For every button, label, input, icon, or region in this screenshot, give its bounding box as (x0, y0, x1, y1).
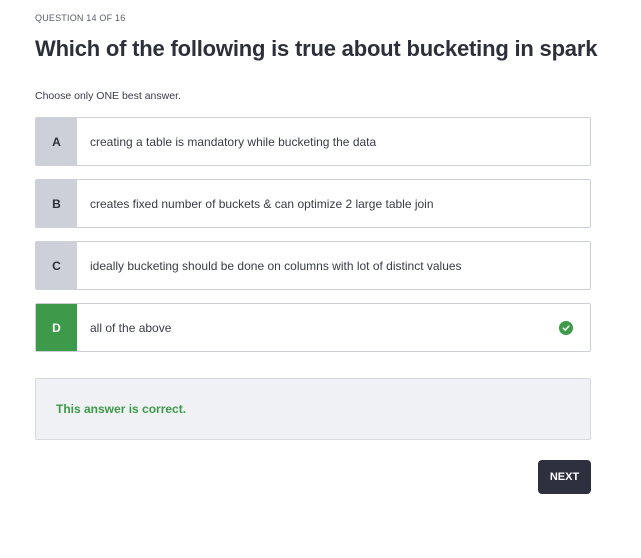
answer-instruction: Choose only ONE best answer. (35, 90, 181, 102)
question-title: Which of the following is true about buc… (35, 36, 598, 61)
option-text: ideally bucketing should be done on colu… (90, 258, 462, 273)
option-letter: A (36, 118, 77, 165)
option-letter: C (36, 242, 77, 289)
quiz-page: QUESTION 14 OF 16 Which of the following… (0, 0, 641, 558)
check-circle-icon (559, 320, 573, 335)
feedback-panel: This answer is correct. (35, 378, 591, 440)
option-letter: B (36, 180, 77, 227)
answer-option-b[interactable]: B creates fixed number of buckets & can … (35, 179, 591, 228)
answer-option-a[interactable]: A creating a table is mandatory while bu… (35, 117, 591, 166)
option-text: creates fixed number of buckets & can op… (90, 196, 434, 211)
next-button[interactable]: NEXT (538, 460, 591, 494)
option-text: all of the above (90, 320, 172, 335)
answer-option-d[interactable]: D all of the above (35, 303, 591, 352)
answer-option-c[interactable]: C ideally bucketing should be done on co… (35, 241, 591, 290)
option-letter: D (36, 304, 77, 351)
question-counter: QUESTION 14 OF 16 (35, 13, 126, 23)
feedback-message: This answer is correct. (56, 402, 187, 416)
option-text: creating a table is mandatory while buck… (90, 134, 377, 149)
